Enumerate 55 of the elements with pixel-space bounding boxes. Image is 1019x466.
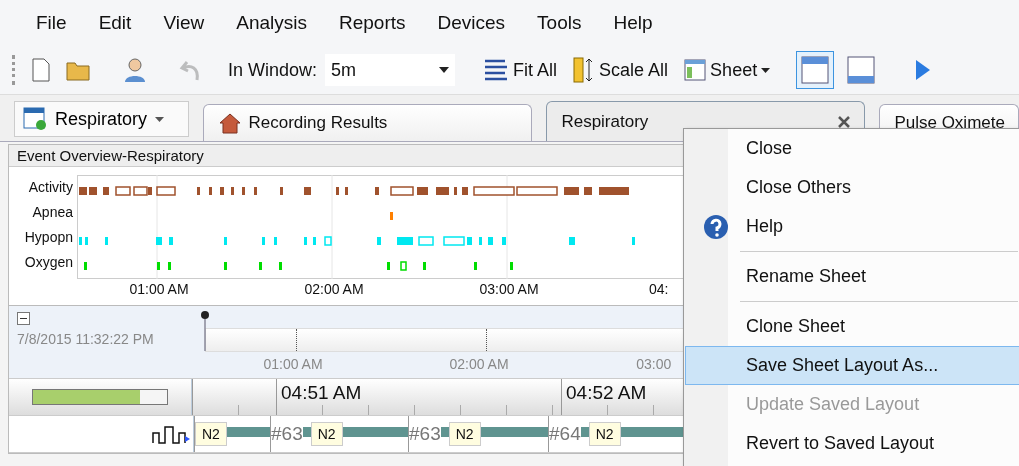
sheet-button[interactable]: Sheet [680, 57, 775, 83]
menu-item[interactable]: Reports [322, 12, 422, 34]
home-icon [218, 112, 243, 134]
fit-icon [483, 58, 510, 82]
sleep-stage-label: N2 [195, 422, 227, 446]
collapse-button[interactable] [17, 312, 30, 325]
event-row-label: Activity [27, 179, 74, 197]
menu-option[interactable]: Rename Sheet [685, 257, 1019, 296]
caret-icon [761, 67, 771, 73]
fit-all-button[interactable]: Fit All [479, 56, 562, 84]
menu-item[interactable]: Devices [421, 12, 522, 34]
sheet-icon [684, 59, 707, 81]
menu-item[interactable]: Analysis [220, 12, 323, 34]
event-row-label: Oxygen [23, 254, 74, 272]
timeline-tick-label: 01:00 AM [263, 356, 323, 372]
help-icon [703, 213, 729, 240]
sleep-stage-label: N2 [310, 422, 343, 446]
sheet-selector[interactable]: Respiratory [14, 101, 190, 137]
menu-option[interactable]: Revert to Saved Layout [685, 424, 1019, 463]
time-tick-label: 01:00 AM [129, 281, 189, 297]
zoom-level-bar[interactable] [32, 389, 168, 405]
menu-item[interactable]: Tools [521, 12, 598, 34]
in-window-label: In Window: [228, 59, 318, 81]
minus-icon [20, 318, 27, 319]
menu-option[interactable]: Help [685, 207, 1019, 246]
play-icon[interactable] [916, 60, 931, 80]
time-label: 04:52 AM [566, 382, 647, 403]
menu-item[interactable]: View [147, 12, 221, 34]
time-tick-label: 04: [649, 281, 669, 297]
sleep-stage-label: N2 [448, 422, 481, 446]
sleep-stage-label: N2 [588, 422, 621, 446]
time-tick-label: 03:00 AM [479, 281, 539, 297]
timeline-tick-label: 02:00 AM [449, 356, 509, 372]
menu-item[interactable]: Edit [82, 12, 148, 34]
menu-item[interactable]: File [20, 12, 83, 34]
hypnogram-icon [151, 423, 191, 445]
caret-icon [155, 116, 165, 122]
time-tick-label: 02:00 AM [304, 281, 364, 297]
in-window-dropdown[interactable]: 5m [325, 54, 456, 86]
menu-item[interactable]: Help [597, 12, 669, 34]
layout-toggle[interactable] [796, 51, 835, 89]
menu-option[interactable]: Save Sheet Layout As... [685, 346, 1019, 385]
sheet-tab[interactable]: Recording Results [203, 104, 533, 141]
menu-option[interactable]: Clone Sheet [685, 307, 1019, 346]
time-label: 04:51 AM [281, 382, 362, 403]
menu-option[interactable]: Close Others [685, 168, 1019, 207]
start-date: 7/8/2015 11:32:22 PM [17, 331, 155, 347]
scale-all-button[interactable]: Scale All [569, 55, 673, 85]
close-icon[interactable] [838, 115, 851, 128]
caret-icon [439, 67, 450, 73]
sheet-add-icon [23, 107, 47, 131]
position-marker-icon[interactable] [199, 310, 211, 352]
timeline-tick-label: 03:00 [636, 356, 672, 372]
event-row-label: Hypopn [23, 229, 74, 247]
event-row-label: Apnea [31, 204, 74, 222]
